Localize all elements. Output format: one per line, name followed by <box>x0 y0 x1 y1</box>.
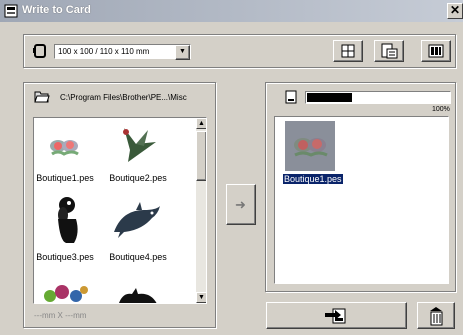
hoop-size-select[interactable]: 100 x 100 / 110 x 110 mm ▼ <box>54 44 191 60</box>
add-to-card-button[interactable]: ➜ <box>226 184 256 225</box>
design-size-readout: ---mm X ---mm <box>34 311 87 320</box>
scrollbar-thumb[interactable] <box>196 131 206 181</box>
delete-button[interactable] <box>417 302 455 329</box>
app-icon <box>4 4 18 18</box>
card-thumbnail-boutique1[interactable] <box>285 121 335 171</box>
chevron-down-icon[interactable]: ▼ <box>175 45 190 60</box>
file-label[interactable]: Boutique4.pes <box>98 252 178 262</box>
grid-view-button[interactable] <box>333 40 363 62</box>
trash-icon <box>430 307 443 326</box>
hoop-size-value: 100 x 100 / 110 x 110 mm <box>58 47 150 56</box>
write-to-card-button[interactable] <box>266 302 407 329</box>
thumbnail-boutique3[interactable] <box>50 193 84 245</box>
write-card-icon <box>325 308 346 324</box>
thumbnail-boutique5[interactable] <box>42 282 90 303</box>
card-capacity-fill <box>307 93 352 102</box>
thumbnail-boutique1[interactable] <box>44 132 86 164</box>
file-label[interactable]: Boutique2.pes <box>98 173 178 183</box>
scroll-up-icon[interactable]: ▲ <box>196 118 206 129</box>
file-label[interactable]: Boutique1.pes <box>34 173 105 183</box>
thumbnail-boutique4[interactable] <box>112 202 162 240</box>
file-label[interactable]: Boutique3.pes <box>34 252 105 262</box>
card-capacity-label: 100% <box>432 106 450 113</box>
thumbnail-boutique2[interactable] <box>108 122 164 166</box>
file-list-scrollbar[interactable]: ▲ ▼ <box>196 118 206 303</box>
card-file-label[interactable]: Boutique1.pes <box>283 174 343 184</box>
close-button[interactable]: ✕ <box>447 3 463 19</box>
display-mode-button[interactable] <box>421 40 451 62</box>
card-file-list[interactable]: Boutique1.pes <box>274 116 449 284</box>
file-list[interactable]: Boutique1.pes Boutique2.pes Boutique3.pe… <box>33 117 207 304</box>
thumbnail-boutique6[interactable] <box>114 288 162 303</box>
folder-path: C:\Program Files\Brother\PE...\Misc <box>60 93 187 102</box>
card-capacity-bar <box>305 91 451 104</box>
scroll-down-icon[interactable]: ▼ <box>196 292 206 303</box>
card-info-button[interactable] <box>374 40 404 62</box>
folder-icon[interactable] <box>34 89 50 103</box>
hoop-icon <box>33 43 47 59</box>
arrow-right-icon: ➜ <box>235 197 246 212</box>
card-icon <box>285 90 297 104</box>
window-title: Write to Card <box>22 4 91 16</box>
